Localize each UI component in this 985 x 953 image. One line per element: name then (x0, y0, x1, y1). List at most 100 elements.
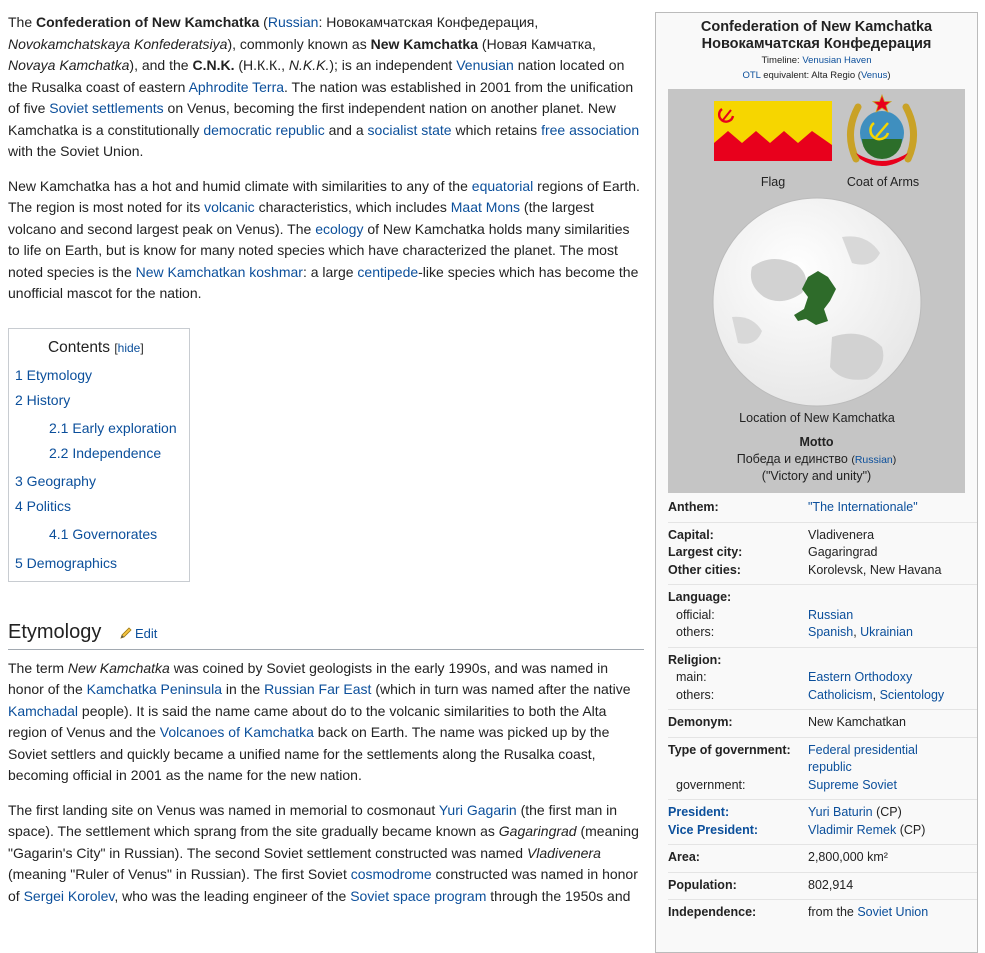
inline-link[interactable]: Volcanoes of Kamchatka (160, 724, 314, 740)
inline-link[interactable]: "The Internationale" (808, 500, 918, 514)
infobox-row: Capital: Vladivenera (668, 527, 977, 545)
text-run: The (8, 14, 37, 30)
otl-link[interactable]: OTL (742, 70, 760, 81)
toc-link[interactable]: 4.1 Governorates (49, 526, 157, 542)
row-divider (668, 799, 977, 800)
inline-link[interactable]: Soviet settlements (49, 100, 163, 116)
text-run: (Н.К.К., (234, 57, 289, 73)
inline-link[interactable]: Yuri Baturin (808, 805, 873, 819)
infobox: Confederation of New Kamchatka Новокамча… (655, 12, 978, 953)
infobox-row: Religion: (668, 652, 977, 670)
toc-item[interactable]: 2.1 Early exploration (15, 416, 177, 441)
inline-link[interactable]: Catholicism (808, 688, 873, 702)
row-divider (668, 709, 977, 710)
toc-link[interactable]: 4 Politics (15, 498, 71, 514)
inline-link[interactable]: Ukrainian (860, 625, 913, 639)
section-heading-etymology: Etymology Edit (8, 621, 644, 650)
motto-language-link[interactable]: Russian (855, 454, 893, 466)
toc-item[interactable]: 4.1 Governorates (15, 522, 177, 547)
location-globe-map[interactable] (712, 197, 922, 407)
toc-link[interactable]: 5 Demographics (15, 555, 117, 571)
inline-link[interactable]: New Kamchatkan koshmar (136, 264, 303, 280)
edit-section-button[interactable]: Edit (119, 626, 157, 641)
inline-link[interactable]: Yuri Gagarin (439, 802, 517, 818)
venus-link[interactable]: Venus (861, 70, 887, 81)
inline-link[interactable]: centipede (357, 264, 418, 280)
inline-link[interactable]: Spanish (808, 625, 853, 639)
inline-link[interactable]: Scientology (880, 688, 945, 702)
etymology-paragraph-1: The term New Kamchatka was coined by Sov… (8, 658, 644, 787)
timeline-link[interactable]: Venusian Haven (802, 55, 871, 66)
inline-link[interactable]: socialist state (368, 122, 452, 138)
infobox-row: Area: 2,800,000 km² (668, 849, 977, 867)
toc-item[interactable]: 2.2 Independence (15, 441, 177, 466)
inline-link[interactable]: free association (541, 122, 639, 138)
inline-link[interactable]: cosmodrome (351, 866, 432, 882)
toc-link[interactable]: 3 Geography (15, 473, 96, 489)
inline-link[interactable]: Eastern Orthodoxy (808, 670, 912, 684)
edit-link[interactable]: Edit (135, 626, 157, 641)
infobox-row-label: Other cities: (668, 562, 741, 577)
inline-link[interactable]: Supreme Soviet (808, 778, 897, 792)
toc-link[interactable]: 2.2 Independence (49, 445, 161, 461)
inline-link[interactable]: Kamchatka Peninsula (87, 681, 222, 697)
text-run: (which in turn was named after the nativ… (371, 681, 631, 697)
toc-hide-toggle[interactable]: [hide] (114, 341, 143, 355)
coat-of-arms-caption: Coat of Arms (846, 175, 920, 189)
motto-text: Победа и единство (Russian) (736, 452, 897, 466)
toc-item[interactable]: 4 Politics (15, 494, 177, 519)
flag-image[interactable] (714, 101, 832, 161)
infobox-row-value: Russian (808, 607, 958, 625)
infobox-row-value: "The Internationale" (808, 499, 958, 517)
inline-link[interactable]: Kamchadal (8, 703, 78, 719)
infobox-row-value: Spanish, Ukrainian (808, 624, 958, 642)
toc-link[interactable]: 2 History (15, 392, 70, 408)
inline-link[interactable]: Maat Mons (451, 199, 520, 215)
toc-item[interactable]: 2 History (15, 388, 177, 413)
text-run: (CP) (896, 822, 926, 837)
toc-link[interactable]: 1 Etymology (15, 367, 92, 383)
inline-link[interactable]: Federal presidential republic (808, 743, 918, 775)
text-run: The first landing site on Venus was name… (8, 801, 439, 818)
toc-link[interactable]: 2.1 Early exploration (49, 420, 177, 436)
row-divider (668, 899, 977, 900)
italic-term: Novaya Kamchatka (8, 57, 130, 73)
toc-item[interactable]: 5 Demographics (15, 551, 177, 576)
inline-link[interactable]: Sergei Korolev (24, 888, 115, 904)
infobox-row-value: Supreme Soviet (808, 777, 958, 795)
inline-link[interactable]: Russian (268, 14, 319, 30)
infobox-row-label[interactable]: President: (668, 804, 808, 822)
infobox-row-label[interactable]: Vice President: (668, 822, 808, 840)
infobox-row-value: Eastern Orthodoxy (808, 669, 958, 687)
inline-link[interactable]: volcanic (204, 199, 255, 215)
inline-link[interactable]: Venusian (456, 57, 514, 73)
inline-link[interactable]: Russian Far East (264, 681, 371, 697)
inline-link[interactable]: equatorial (472, 178, 534, 194)
infobox-row-value: Federal presidential republic (808, 742, 958, 777)
inline-link[interactable]: ecology (315, 221, 363, 237)
inline-link[interactable]: Russian (808, 608, 853, 622)
text-run: : Новокамчатская Конфедерация, (318, 14, 539, 30)
inline-link[interactable]: Vladimir Remek (808, 823, 896, 837)
inline-link[interactable]: Soviet Union (857, 905, 928, 919)
inline-link[interactable]: democratic republic (203, 122, 324, 138)
text-run: which retains (451, 121, 542, 138)
infobox-row-label: others: (676, 625, 715, 639)
text-run: , (872, 687, 880, 702)
text-run: in the (222, 681, 265, 697)
toc-item[interactable]: 1 Etymology (15, 363, 177, 388)
etymology-paragraph-2: The first landing site on Venus was name… (8, 800, 644, 908)
inline-link[interactable]: Soviet space program (350, 888, 486, 904)
infobox-row-value: New Kamchatkan (808, 714, 958, 732)
intro-paragraph: The Confederation of New Kamchatka (Russ… (8, 12, 644, 163)
text-run: ( (259, 14, 268, 30)
infobox-row-value: Korolevsk, New Havana (808, 562, 958, 580)
toc-hide-link[interactable]: hide (118, 341, 141, 355)
toc-item[interactable]: 3 Geography (15, 469, 177, 494)
text-run: 2,800,000 km² (808, 850, 888, 864)
coat-of-arms-image[interactable] (842, 93, 922, 173)
row-divider (668, 646, 977, 648)
inline-link[interactable]: Aphrodite Terra (189, 79, 284, 95)
text-run: New Kamchatka has a hot and humid climat… (8, 177, 472, 194)
infobox-row: Demonym: New Kamchatkan (668, 714, 977, 732)
